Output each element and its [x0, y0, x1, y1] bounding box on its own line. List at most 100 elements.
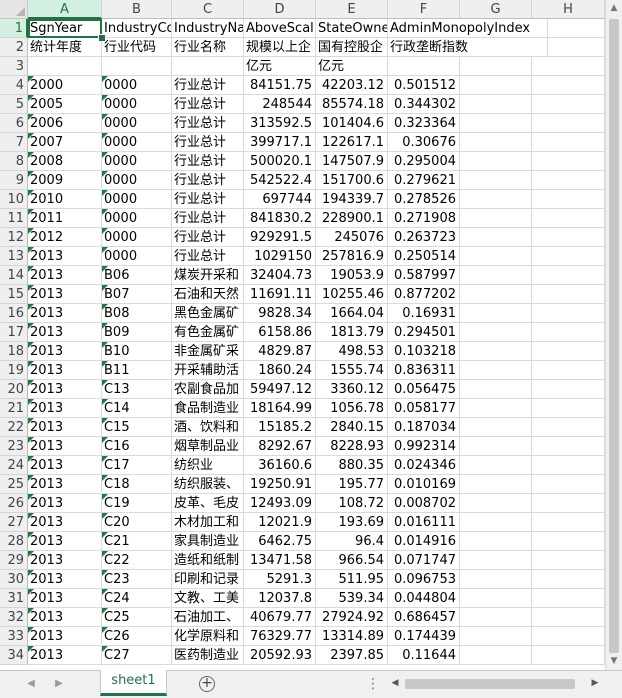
row-header-24[interactable]: 24 — [0, 456, 28, 475]
cell-d12[interactable]: 929291.5 — [244, 228, 316, 247]
cell-e29[interactable]: 966.54 — [316, 551, 388, 570]
cell-g33[interactable] — [460, 627, 532, 646]
cell-a24[interactable]: 2013 — [28, 456, 102, 475]
cell-a12[interactable]: 2012 — [28, 228, 102, 247]
cell-c16[interactable]: 黑色金属矿 — [172, 304, 244, 323]
cell-d4[interactable]: 84151.75 — [244, 76, 316, 95]
cell-b22[interactable]: C15 — [102, 418, 172, 437]
cell-a11[interactable]: 2011 — [28, 209, 102, 228]
cell-c31[interactable]: 文教、工美 — [172, 589, 244, 608]
cell-d10[interactable]: 697744 — [244, 190, 316, 209]
sheet-tab-sheet1[interactable]: sheet1 — [100, 670, 167, 696]
cell-e22[interactable]: 2840.15 — [316, 418, 388, 437]
cell-f31[interactable]: 0.044804 — [388, 589, 460, 608]
row-header-17[interactable]: 17 — [0, 323, 28, 342]
cell-c2[interactable]: 行业名称 — [172, 38, 244, 57]
cell-a14[interactable]: 2013 — [28, 266, 102, 285]
cell-g30[interactable] — [460, 570, 532, 589]
cell-g8[interactable] — [460, 152, 532, 171]
cell-a33[interactable]: 2013 — [28, 627, 102, 646]
cell-d14[interactable]: 32404.73 — [244, 266, 316, 285]
cell-e3[interactable]: 亿元 — [316, 57, 388, 76]
cell-e28[interactable]: 96.4 — [316, 532, 388, 551]
cell-h22[interactable] — [532, 418, 605, 437]
cell-a3[interactable] — [28, 57, 102, 76]
vertical-scrollbar[interactable]: ▲ ▼ — [605, 0, 622, 670]
cell-d23[interactable]: 8292.67 — [244, 437, 316, 456]
cell-g23[interactable] — [460, 437, 532, 456]
cell-g29[interactable] — [460, 551, 532, 570]
cell-d1[interactable]: AboveScal — [244, 19, 316, 38]
cell-c14[interactable]: 煤炭开采和 — [172, 266, 244, 285]
cell-b32[interactable]: C25 — [102, 608, 172, 627]
cell-a15[interactable]: 2013 — [28, 285, 102, 304]
row-header-30[interactable]: 30 — [0, 570, 28, 589]
cell-h16[interactable] — [532, 304, 605, 323]
cell-a21[interactable]: 2013 — [28, 399, 102, 418]
cell-c3[interactable] — [172, 57, 244, 76]
cell-f10[interactable]: 0.278526 — [388, 190, 460, 209]
row-header-21[interactable]: 21 — [0, 399, 28, 418]
cell-d27[interactable]: 12021.9 — [244, 513, 316, 532]
cell-d5[interactable]: 248544 — [244, 95, 316, 114]
scroll-down-icon[interactable]: ▼ — [606, 653, 622, 670]
cell-c15[interactable]: 石油和天然 — [172, 285, 244, 304]
cell-b25[interactable]: C18 — [102, 475, 172, 494]
column-header-f[interactable]: F — [388, 0, 460, 19]
cell-f7[interactable]: 0.30676 — [388, 133, 460, 152]
cell-e7[interactable]: 122617.1 — [316, 133, 388, 152]
cell-c4[interactable]: 行业总计 — [172, 76, 244, 95]
cell-a31[interactable]: 2013 — [28, 589, 102, 608]
row-header-25[interactable]: 25 — [0, 475, 28, 494]
column-header-b[interactable]: B — [102, 0, 172, 19]
cell-a8[interactable]: 2008 — [28, 152, 102, 171]
column-header-e[interactable]: E — [316, 0, 388, 19]
cell-c5[interactable]: 行业总计 — [172, 95, 244, 114]
cell-h18[interactable] — [532, 342, 605, 361]
cell-d8[interactable]: 500020.1 — [244, 152, 316, 171]
cell-b33[interactable]: C26 — [102, 627, 172, 646]
cell-g17[interactable] — [460, 323, 532, 342]
row-header-10[interactable]: 10 — [0, 190, 28, 209]
cell-f34[interactable]: 0.11644 — [388, 646, 460, 665]
cell-f9[interactable]: 0.279621 — [388, 171, 460, 190]
cell-d3[interactable]: 亿元 — [244, 57, 316, 76]
cell-d26[interactable]: 12493.09 — [244, 494, 316, 513]
cell-c27[interactable]: 木材加工和 — [172, 513, 244, 532]
cell-h27[interactable] — [532, 513, 605, 532]
row-header-26[interactable]: 26 — [0, 494, 28, 513]
cell-c21[interactable]: 食品制造业 — [172, 399, 244, 418]
row-header-5[interactable]: 5 — [0, 95, 28, 114]
cell-c7[interactable]: 行业总计 — [172, 133, 244, 152]
scroll-up-icon[interactable]: ▲ — [606, 0, 622, 17]
cell-d20[interactable]: 59497.12 — [244, 380, 316, 399]
cell-g7[interactable] — [460, 133, 532, 152]
cell-f28[interactable]: 0.014916 — [388, 532, 460, 551]
cell-a1[interactable]: SgnYear — [28, 19, 102, 38]
cell-d22[interactable]: 15185.2 — [244, 418, 316, 437]
row-header-34[interactable]: 34 — [0, 646, 28, 665]
cell-g19[interactable] — [460, 361, 532, 380]
cell-h28[interactable] — [532, 532, 605, 551]
cell-h15[interactable] — [532, 285, 605, 304]
cell-g3[interactable] — [460, 57, 532, 76]
row-header-19[interactable]: 19 — [0, 361, 28, 380]
cell-a22[interactable]: 2013 — [28, 418, 102, 437]
row-header-2[interactable]: 2 — [0, 38, 28, 57]
cell-g28[interactable] — [460, 532, 532, 551]
cell-f32[interactable]: 0.686457 — [388, 608, 460, 627]
row-header-32[interactable]: 32 — [0, 608, 28, 627]
cell-g11[interactable] — [460, 209, 532, 228]
cell-d15[interactable]: 11691.11 — [244, 285, 316, 304]
cell-e24[interactable]: 880.35 — [316, 456, 388, 475]
cell-f13[interactable]: 0.250514 — [388, 247, 460, 266]
cell-e2[interactable]: 国有控股企 — [316, 38, 388, 57]
scroll-right-icon[interactable]: ▶ — [587, 674, 603, 693]
cell-d17[interactable]: 6158.86 — [244, 323, 316, 342]
cell-f29[interactable]: 0.071747 — [388, 551, 460, 570]
cell-g4[interactable] — [460, 76, 532, 95]
cell-b16[interactable]: B08 — [102, 304, 172, 323]
cell-a25[interactable]: 2013 — [28, 475, 102, 494]
cell-e23[interactable]: 8228.93 — [316, 437, 388, 456]
cell-c26[interactable]: 皮革、毛皮 — [172, 494, 244, 513]
